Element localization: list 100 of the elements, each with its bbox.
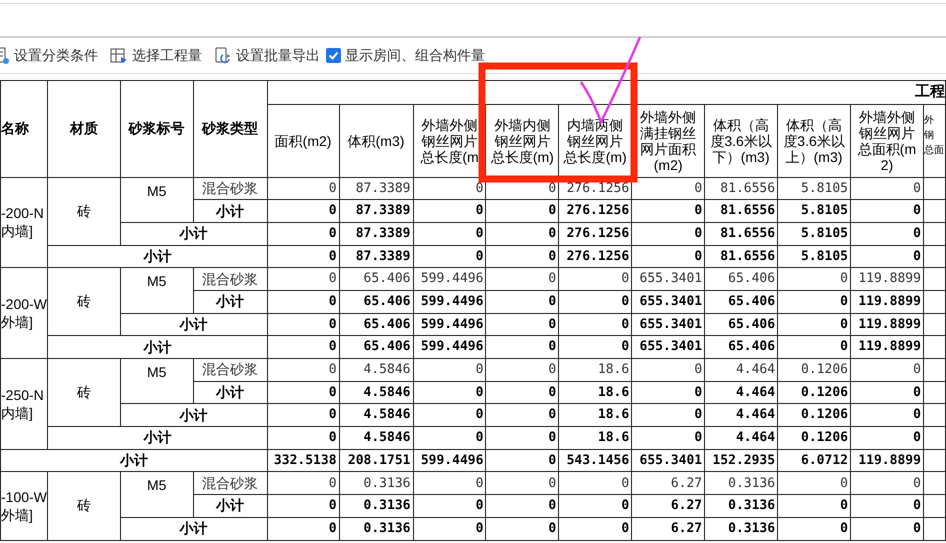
checkbox-label: 显示房间、组合构件量 [345, 46, 485, 65]
table-cell: 0 [778, 517, 850, 540]
checkbox[interactable] [326, 48, 341, 63]
table-cell: 655.3401 [632, 268, 705, 290]
table-cell: 87.3389 [339, 200, 413, 222]
table-cell: 0.3136 [339, 517, 413, 540]
column-header: 砂浆标号 [120, 80, 194, 177]
table-cell: 276.1256 [558, 245, 632, 268]
table-cell: 0 [267, 268, 340, 290]
table-cell: 小计 [120, 222, 268, 246]
table-cell: -100-W 外墙] [0, 472, 48, 540]
table-cell: 81.6556 [704, 222, 778, 246]
table-cell: 0 [850, 426, 924, 450]
table-cell: 0 [267, 177, 340, 200]
table-cell: 小计 [193, 381, 268, 404]
table-cell: 0 [850, 200, 924, 222]
table-cell: 0 [486, 290, 559, 314]
table-cell: 0 [413, 494, 486, 518]
table-cell: 119.8899 [850, 313, 924, 336]
table-cell: 6.27 [632, 472, 705, 495]
table-cell: 65.406 [704, 313, 778, 336]
column-header: 体积(m3) [339, 104, 413, 177]
table-cell: 混合砂浆 [193, 268, 268, 290]
table-cell: 小计 [120, 313, 268, 336]
table-cell: 119.8899 [850, 449, 924, 472]
table-cell: 0 [778, 313, 850, 336]
table-cell: 0 [267, 517, 340, 540]
table-cell: 65.406 [339, 313, 413, 336]
table-cell: 0.1206 [778, 404, 850, 427]
table-cell: 655.3401 [632, 290, 705, 314]
table-cell: 0 [413, 404, 486, 427]
table-cell: 4.5846 [339, 404, 413, 427]
table-cell: 6.0712 [778, 449, 850, 472]
table-cell: 4.5846 [339, 381, 413, 404]
toolbar-button[interactable]: 设置批量导出 [214, 45, 320, 66]
table-cell: 4.5846 [339, 426, 413, 450]
table-cell: 655.3401 [632, 313, 705, 336]
column-header: 外墙外侧钢丝网片总长度(m [413, 104, 486, 177]
table-cell: 0 [778, 494, 850, 518]
table-cell: 81.6556 [704, 245, 778, 268]
table-cell: 0 [850, 404, 924, 427]
table-cell: 655.3401 [632, 449, 705, 472]
table-cell: 4.464 [704, 358, 778, 382]
toolbar-button[interactable]: 设置分类条件 [0, 45, 98, 66]
table-cell: 18.6 [558, 426, 632, 450]
table-cell: 119.8899 [850, 336, 924, 358]
table-cell: 0 [850, 381, 924, 404]
table-cell: 5.8105 [778, 245, 850, 268]
table-cell: 0 [486, 472, 559, 495]
table-cell: 4.464 [704, 381, 778, 404]
table-cell: M5 [120, 177, 194, 222]
table-cell: 65.406 [339, 336, 413, 358]
table-cell: 混合砂浆 [193, 177, 268, 200]
table-cell: -200-W 外墙] [0, 268, 48, 358]
table-cell: 0 [486, 404, 559, 427]
table-cell: 0 [267, 336, 340, 358]
table-cell: 0 [632, 245, 705, 268]
table-cell: 0 [558, 517, 632, 540]
table-cell: 599.4496 [413, 268, 486, 290]
table-cell: 0 [632, 426, 705, 450]
table-cell: 0 [267, 381, 340, 404]
table-cell: 0 [558, 313, 632, 336]
table-cell: 0 [486, 426, 559, 450]
table-cell: 0 [778, 290, 850, 314]
table-cell: 0 [486, 381, 559, 404]
column-header: 外墙外侧钢丝网片总面积(m2) [850, 104, 924, 177]
table-cell: 小计 [47, 245, 268, 268]
table-cell: 0 [850, 472, 924, 495]
table-cell: 0 [486, 517, 559, 540]
table-cell: 小计 [120, 517, 268, 540]
table-cell: 砖 [47, 268, 120, 336]
table-cell: 0 [267, 222, 340, 246]
table-cell: 119.8899 [850, 290, 924, 314]
table-cell: 0 [267, 404, 340, 427]
table-cell: 0 [850, 222, 924, 246]
toolbar-button[interactable]: 选择工程量 [110, 45, 202, 66]
table-cell: 543.1456 [558, 449, 632, 472]
column-header: 体积（高度3.6米以下）(m3) [704, 104, 778, 177]
table-cell: 87.3389 [339, 177, 413, 200]
table-cell: 0 [267, 245, 340, 268]
table-cell: 0 [413, 381, 486, 404]
table-cell: 65.406 [704, 336, 778, 358]
group-header: 工程 [267, 80, 946, 104]
table-cell: 0 [486, 313, 559, 336]
table-cell: 276.1256 [558, 222, 632, 246]
table-cell: 小计 [193, 200, 268, 222]
table-cell: 0 [632, 381, 705, 404]
table-cell: 0 [413, 426, 486, 450]
column-header: 材质 [47, 80, 120, 177]
table-cell: 小计 [47, 336, 268, 358]
table-cell: 0 [632, 222, 705, 246]
table-cell: 0 [778, 268, 850, 290]
table-cell: 0 [850, 245, 924, 268]
table-cell: 5.8105 [778, 222, 850, 246]
table-cell: M5 [120, 358, 194, 404]
column-header: 名称 [0, 80, 48, 177]
table-cell: 18.6 [558, 404, 632, 427]
table-cell: 6.27 [632, 494, 705, 518]
table-cell: 0 [413, 245, 486, 268]
table-cell: 599.4496 [413, 336, 486, 358]
